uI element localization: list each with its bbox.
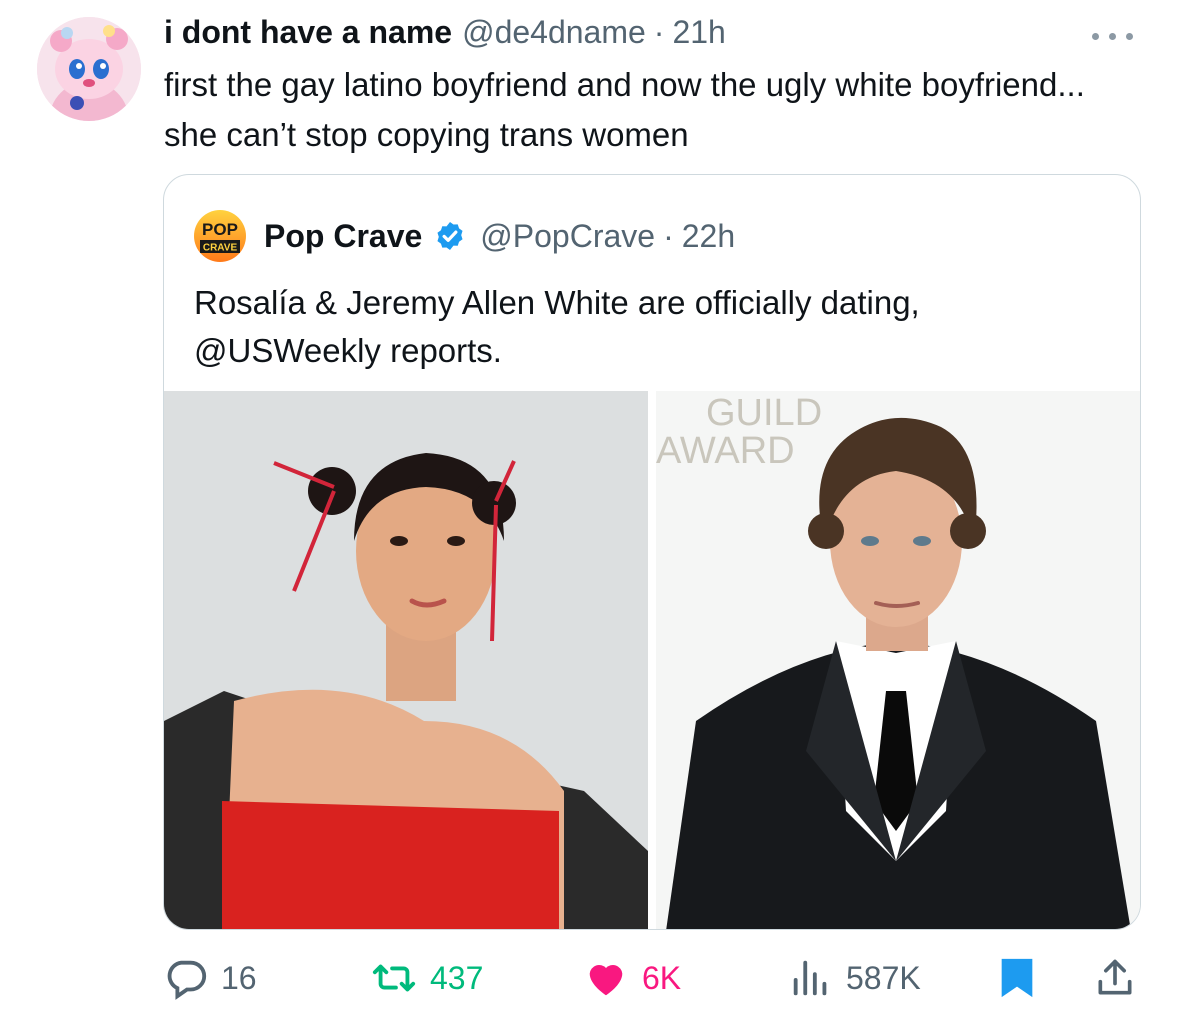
repost-icon (372, 964, 416, 992)
backdrop-text-1: GUILD (706, 392, 822, 434)
author-name[interactable]: i dont have a name (164, 14, 452, 51)
share-button[interactable] (1093, 950, 1149, 1006)
author-handle[interactable]: @de4dname (462, 14, 646, 51)
like-button[interactable]: 6K (582, 950, 681, 1006)
tweet-header: i dont have a name @de4dname · 21h (164, 14, 1119, 56)
like-count: 6K (642, 959, 682, 996)
quoted-photo-grid: GUILD AWARD (164, 391, 1140, 929)
quoted-avatar-text-bottom: CRAVE (203, 243, 238, 254)
repost-button[interactable]: 437 (370, 950, 483, 1006)
quoted-tweet-card[interactable]: POP CRAVE Pop Crave @PopCrave · 22h Rosa… (163, 174, 1141, 930)
quoted-avatar[interactable]: POP CRAVE (194, 210, 246, 262)
tweet-text: first the gay latino boyfriend and now t… (164, 66, 1085, 153)
author-avatar[interactable] (37, 17, 141, 121)
quoted-avatar-text-top: POP (202, 220, 238, 239)
bookmark-icon (1001, 958, 1033, 998)
quoted-header: POP CRAVE Pop Crave @PopCrave · 22h (194, 210, 735, 262)
header-separator: · (653, 14, 665, 50)
quoted-separator: · (663, 217, 674, 254)
reply-count: 16 (221, 959, 257, 996)
quoted-author-name[interactable]: Pop Crave (264, 218, 422, 255)
repost-count: 437 (430, 959, 484, 996)
reply-icon (167, 960, 207, 1000)
photo-left[interactable] (164, 391, 648, 929)
like-icon (589, 964, 623, 996)
quoted-time[interactable]: 22h (682, 218, 735, 255)
quoted-author-handle[interactable]: @PopCrave (480, 218, 655, 255)
views-icon (793, 960, 827, 996)
backdrop-text-2: AWARD (656, 430, 795, 472)
tweet-time[interactable]: 21h (672, 14, 725, 51)
bookmark-button[interactable] (996, 950, 1050, 1006)
views-button[interactable]: 587K (788, 950, 921, 1006)
more-icon[interactable] (1090, 26, 1136, 46)
quoted-text: Rosalía & Jeremy Allen White are officia… (194, 284, 920, 369)
photo-right[interactable]: GUILD AWARD (656, 391, 1140, 929)
tweet-actions: 16 437 6K 587K (0, 950, 1179, 1006)
verified-badge-icon (437, 222, 463, 250)
share-icon (1098, 959, 1132, 995)
reply-button[interactable]: 16 (163, 950, 257, 1006)
views-count: 587K (846, 959, 921, 996)
